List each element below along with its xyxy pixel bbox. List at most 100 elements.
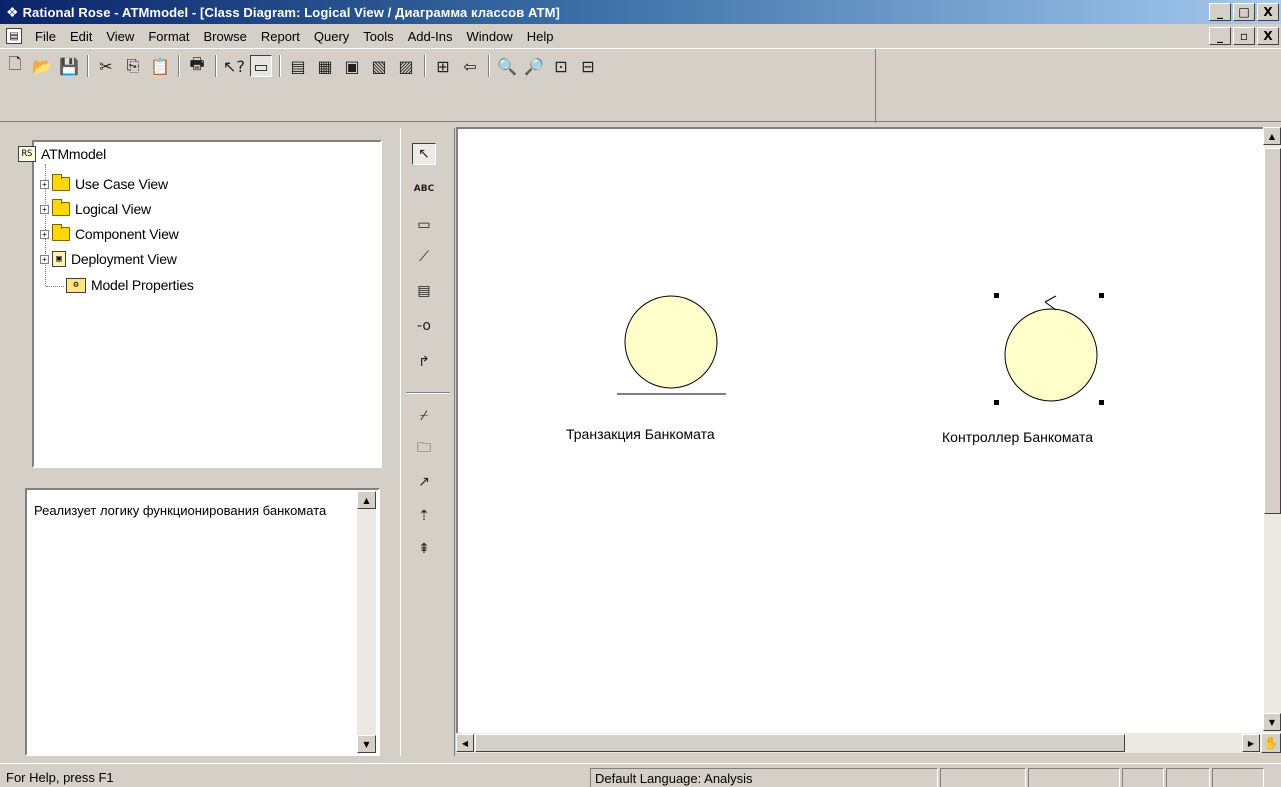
zoom-in-icon[interactable]: 🔍 <box>496 55 518 77</box>
menu-add-ins[interactable]: Add-Ins <box>401 29 460 44</box>
zoom-out-icon[interactable]: 🔎 <box>523 55 545 77</box>
browse-previous-icon[interactable]: ⇦ <box>459 55 481 77</box>
selection-handle[interactable] <box>994 293 999 298</box>
context-help-icon[interactable]: ↖? <box>223 55 245 77</box>
browse-parent-icon[interactable]: ⊞ <box>432 55 454 77</box>
expand-icon[interactable]: + <box>40 204 49 214</box>
menu-edit[interactable]: Edit <box>63 29 99 44</box>
pan-hand-icon[interactable]: ✋ <box>1261 733 1281 753</box>
print-icon[interactable]: 🖶 <box>186 54 208 77</box>
note-tool[interactable]: ▭ <box>412 214 436 236</box>
documentation-text[interactable]: Реализует логику функционирования банком… <box>34 502 344 519</box>
association-class-tool[interactable]: ⌿ <box>412 405 436 427</box>
view-doc-icon[interactable]: ▭ <box>250 55 272 77</box>
realization-tool[interactable]: ⇞ <box>412 538 436 560</box>
menu-bar: ▤ File Edit View Format Browse Report Qu… <box>0 24 1281 48</box>
dependency-tool[interactable]: ↗ <box>412 471 436 493</box>
scroll-up-button[interactable]: ▲ <box>1263 127 1281 145</box>
new-icon[interactable]: 🗋 <box>4 54 26 77</box>
horizontal-scroll-thumb[interactable] <box>475 734 1125 752</box>
entity-class-transaction[interactable] <box>617 295 726 395</box>
generalization-tool[interactable]: ⇡ <box>412 505 436 527</box>
scroll-left-button[interactable]: ◀ <box>456 734 474 752</box>
selection-handle[interactable] <box>1099 400 1104 405</box>
menu-query[interactable]: Query <box>307 29 356 44</box>
menu-view[interactable]: View <box>99 29 141 44</box>
title-bar: ❖ Rational Rose - ATMmodel - [Class Diag… <box>0 0 1281 24</box>
undo-fit-icon[interactable]: ⊟ <box>577 55 599 77</box>
tree-item-deployment-view[interactable]: + ▣ Deployment View <box>40 251 177 267</box>
close-button[interactable]: X <box>1257 3 1279 21</box>
standard-toolbar: 🗋 📂 💾 ✂ ⎘ 📋 🖶 ↖? ▭ ▤ ▦ ▣ ▧ ▨ ⊞ ⇦ 🔍 🔎 ⊡ ⊟ <box>0 48 1281 123</box>
tree-item-component-view[interactable]: + Component View <box>40 224 179 242</box>
tree-item-logical-view[interactable]: + Logical View <box>40 199 151 217</box>
scroll-right-button[interactable]: ▶ <box>1242 734 1260 752</box>
save-icon[interactable]: 💾 <box>58 55 80 77</box>
class-tool[interactable]: ▤ <box>412 280 436 302</box>
window-controls: _ □ X <box>1209 3 1279 21</box>
vertical-scroll-thumb[interactable] <box>1264 148 1281 514</box>
selection-handle[interactable] <box>994 400 999 405</box>
scroll-up-button[interactable]: ▲ <box>357 491 376 509</box>
tree-item-label: Component View <box>75 226 179 242</box>
scroll-down-button[interactable]: ▼ <box>357 735 376 753</box>
documentation-pane[interactable] <box>25 488 380 756</box>
expand-icon[interactable]: + <box>40 254 49 264</box>
unidirectional-association-tool[interactable]: ↱ <box>412 351 436 373</box>
control-class-label[interactable]: Контроллер Банкомата <box>942 429 1093 445</box>
status-panel <box>1028 768 1120 787</box>
diagram-canvas[interactable]: Транзакция Банкомата Контроллер Банкомат… <box>456 127 1264 733</box>
tree-item-label: Deployment View <box>71 251 177 267</box>
open-icon[interactable]: 📂 <box>31 55 53 77</box>
browse-statechart-icon[interactable]: ▧ <box>368 55 390 77</box>
text-box-tool[interactable]: ABC <box>412 178 436 200</box>
properties-icon: ⚙ <box>66 277 86 293</box>
toolbar-separator <box>215 55 217 77</box>
tree-item-label: Use Case View <box>75 176 168 192</box>
model-icon: RS <box>18 146 36 162</box>
doc-restore-button[interactable]: ▫ <box>1233 27 1255 45</box>
toolbar-separator <box>279 55 281 77</box>
control-class-controller[interactable] <box>994 293 1104 405</box>
expand-icon[interactable]: + <box>40 229 49 239</box>
selection-tool[interactable]: ↖ <box>412 143 436 165</box>
menu-help[interactable]: Help <box>520 29 561 44</box>
doc-minimize-button[interactable]: _ <box>1209 27 1231 45</box>
browse-component-diagram-icon[interactable]: ▣ <box>341 55 363 77</box>
selection-handle[interactable] <box>1099 293 1104 298</box>
interface-tool[interactable]: -o <box>412 315 436 337</box>
status-panel <box>1212 768 1264 787</box>
browse-class-diagram-icon[interactable]: ▤ <box>287 55 309 77</box>
browse-interaction-diagram-icon[interactable]: ▦ <box>314 55 336 77</box>
tree-item-use-case-view[interactable]: + Use Case View <box>40 174 168 192</box>
maximize-button[interactable]: □ <box>1233 3 1255 21</box>
paste-icon[interactable]: 📋 <box>149 55 171 77</box>
anchor-note-tool[interactable]: ⟋ <box>412 246 436 268</box>
scroll-down-button[interactable]: ▼ <box>1263 713 1281 731</box>
copy-icon[interactable]: ⎘ <box>122 55 144 77</box>
rose-icon[interactable]: ❖ <box>6 4 19 21</box>
menu-window[interactable]: Window <box>459 29 519 44</box>
status-help-text: For Help, press F1 <box>6 770 114 785</box>
menu-format[interactable]: Format <box>141 29 196 44</box>
browse-deployment-icon[interactable]: ▨ <box>395 55 417 77</box>
tree-item-model-properties[interactable]: ⚙ Model Properties <box>66 277 194 293</box>
entity-class-label[interactable]: Транзакция Банкомата <box>566 426 715 442</box>
package-tool[interactable]: 🗀 <box>412 438 436 460</box>
expand-icon[interactable]: + <box>40 179 49 189</box>
tree-item-label: Logical View <box>75 201 151 217</box>
tree-root[interactable]: RS ATMmodel <box>18 146 106 162</box>
documentation-scrollbar[interactable]: ▲ ▼ <box>357 491 376 753</box>
menu-tools[interactable]: Tools <box>356 29 400 44</box>
minimize-button[interactable]: _ <box>1209 3 1231 21</box>
entity-circle <box>624 295 718 389</box>
tree-item-label: Model Properties <box>91 277 194 293</box>
doc-close-button[interactable]: X <box>1257 27 1279 45</box>
toolbar-separator <box>87 55 89 77</box>
cut-icon[interactable]: ✂ <box>95 55 117 77</box>
fit-in-window-icon[interactable]: ⊡ <box>550 55 572 77</box>
document-menu-icon[interactable]: ▤ <box>6 28 22 44</box>
menu-report[interactable]: Report <box>254 29 307 44</box>
menu-browse[interactable]: Browse <box>196 29 253 44</box>
menu-file[interactable]: File <box>28 29 63 44</box>
